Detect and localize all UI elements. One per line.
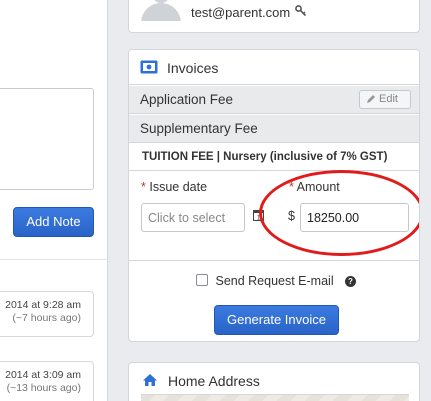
divider [0,259,108,260]
money-icon [140,60,158,77]
issue-date-placeholder: Click to select [148,211,226,225]
address-map[interactable] [141,394,409,401]
notes-column: Add Note 2014 at 9:28 am (~7 hours ago) … [0,0,108,401]
send-email-checkbox[interactable] [196,274,208,286]
issue-date-label: * Issue date [141,180,207,194]
send-request-email-option[interactable]: Send Request E-mail [196,274,334,288]
help-icon[interactable]: ? [345,276,356,287]
user-email[interactable]: test@parent.com [191,5,290,20]
note-textarea[interactable] [0,88,94,190]
invoices-header: Invoices [129,50,419,85]
note-timestamp: 2014 at 9:28 am [5,299,81,311]
fee-row-supplementary[interactable]: Supplementary Fee [129,115,419,143]
tuition-fee-title: TUITION FEE | Nursery (inclusive of 7% G… [142,151,388,163]
note-card[interactable]: 2014 at 9:28 am (~7 hours ago) [0,291,94,337]
generate-invoice-button[interactable]: Generate Invoice [214,305,339,335]
invoices-panel: Invoices Application Fee Edit Supplement… [128,49,420,342]
user-panel: test@parent.com [128,0,420,33]
pencil-icon [367,95,375,103]
key-icon[interactable] [295,5,307,20]
divider [129,170,419,171]
note-card[interactable]: 2014 at 3:09 am (~13 hours ago) [0,361,94,401]
issue-date-label-text: Issue date [149,180,208,194]
home-address-title: Home Address [168,373,260,389]
edit-button[interactable]: Edit [359,90,411,109]
divider [129,260,419,261]
send-email-label: Send Request E-mail [215,274,334,288]
note-timestamp: 2014 at 3:09 am [5,369,81,381]
edit-button-label: Edit [379,93,398,105]
add-note-button[interactable]: Add Note [13,207,94,237]
highlight-circle [259,170,419,256]
fee-row-application[interactable]: Application Fee Edit [129,86,419,114]
note-relative-time: (~7 hours ago) [12,312,81,324]
home-address-panel: Home Address [128,362,420,401]
fee-label: Supplementary Fee [140,121,258,136]
home-icon [142,373,158,390]
required-mark: * [141,180,146,194]
fee-label: Application Fee [140,92,234,107]
note-relative-time: (~13 hours ago) [6,382,81,394]
avatar [141,0,181,21]
issue-date-input[interactable]: Click to select [141,203,245,232]
invoices-title: Invoices [167,60,219,76]
